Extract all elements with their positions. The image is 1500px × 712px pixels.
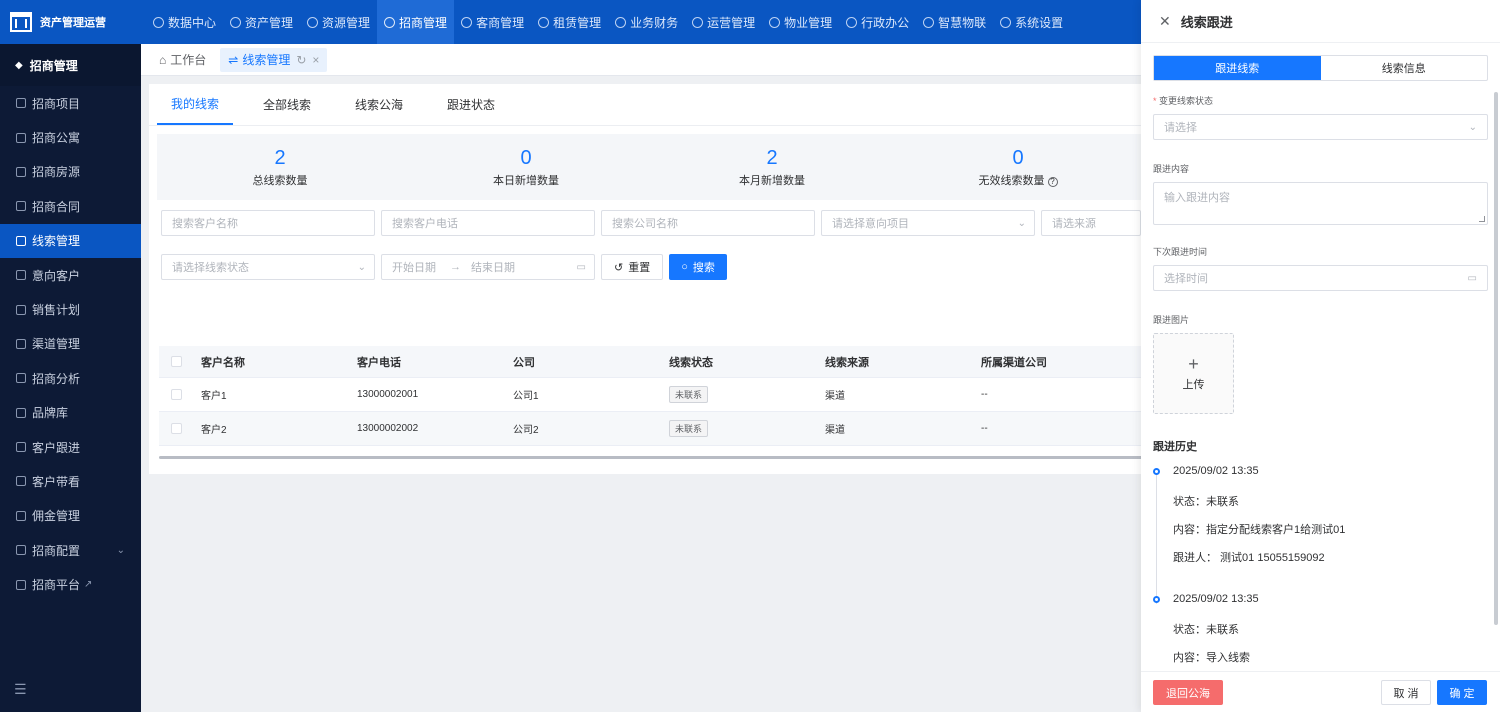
history-title: 跟进历史 [1153,441,1197,453]
topnav-item-settings[interactable]: 系统设置 [993,0,1070,44]
monitor-icon [846,16,858,28]
cancel-button[interactable]: 取 消 [1381,680,1431,705]
house-icon [769,16,781,28]
topnav-item-data-center[interactable]: 数据中心 [141,0,223,44]
modal-overlay[interactable] [0,44,1141,712]
dashboard-icon [153,16,164,28]
topnav-item-iot[interactable]: 智慧物联 [916,0,993,44]
home-icon [538,16,550,28]
cube-icon [230,16,242,28]
status-label: 变更线索状态 [1159,96,1214,106]
history-content: 内容：导入线索 [1173,652,1250,664]
next-time-label: 下次跟进时间 [1153,247,1208,257]
follow-content-textarea[interactable]: 输入跟进内容 [1153,182,1488,225]
diamond-icon [384,16,396,28]
confirm-button[interactable]: 确 定 [1437,680,1487,705]
drawer-form: * 变更线索状态 请选择 ⌄ 跟进内容 输入跟进内容 下次跟进时间 选择时间 ▭ 跟… [1153,94,1488,692]
vertical-scrollbar[interactable] [1494,92,1498,625]
yen-icon [615,16,627,28]
resize-handle-icon[interactable] [1479,216,1485,222]
image-label: 跟进图片 [1153,315,1190,325]
users-icon [461,16,473,28]
gear-icon [1000,16,1012,28]
brand[interactable]: 资产管理运营 [0,0,141,44]
follow-up-drawer: ✕ 线索跟进 跟进线索 线索信息 * 变更线索状态 请选择 ⌄ 跟进内容 输入跟进… [1141,0,1500,712]
return-to-pool-button[interactable]: 退回公海 [1153,680,1223,705]
content-label: 跟进内容 [1153,164,1190,174]
close-icon[interactable]: ✕ [1159,13,1171,30]
lead-status-select[interactable]: 请选择 ⌄ [1153,114,1488,140]
top-nav-menu: 数据中心 资产管理 资源管理 招商管理 客商管理 租赁管理 业务财务 运营管理 … [141,0,1070,44]
history-timeline: 2025/09/02 13:35 状态：未联系 内容：指定分配线索客户1给测试0… [1153,462,1488,692]
timeline-dot [1153,596,1160,603]
topnav-item-operation[interactable]: 运营管理 [685,0,762,44]
timeline-line [1156,474,1157,604]
topnav-item-property[interactable]: 物业管理 [762,0,839,44]
chart-icon [692,16,704,28]
upload-button[interactable]: + 上传 [1153,333,1234,414]
history-time: 2025/09/02 13:35 [1173,465,1259,477]
topnav-item-finance[interactable]: 业务财务 [608,0,685,44]
history-content: 内容：指定分配线索客户1给测试01 [1173,524,1346,536]
brand-title: 资产管理运营 [40,17,106,29]
history-time: 2025/09/02 13:35 [1173,593,1259,605]
tab-follow-lead[interactable]: 跟进线索 [1154,56,1321,80]
atom-icon [923,16,935,28]
bank-logo-icon [10,12,32,32]
next-time-picker[interactable]: 选择时间 ▭ [1153,265,1488,291]
plus-icon: + [1188,353,1199,374]
timeline-dot [1153,468,1160,475]
drawer-footer: 退回公海 取 消 确 定 [1141,671,1500,712]
history-status: 状态：未联系 [1173,624,1239,636]
drawer-title: 线索跟进 [1180,14,1233,30]
topnav-item-resource[interactable]: 资源管理 [300,0,377,44]
topnav-item-office[interactable]: 行政办公 [839,0,916,44]
tab-lead-info[interactable]: 线索信息 [1321,56,1488,80]
calendar-icon: ▭ [1467,272,1477,284]
building-icon [307,16,319,28]
topnav-item-merchant[interactable]: 客商管理 [454,0,531,44]
history-person: 跟进人： 测试01 15055159092 [1173,552,1325,564]
chevron-down-icon: ⌄ [1468,121,1477,133]
topnav-item-lease[interactable]: 租赁管理 [531,0,608,44]
topnav-item-asset[interactable]: 资产管理 [223,0,300,44]
history-status: 状态：未联系 [1173,496,1239,508]
topnav-item-investment[interactable]: 招商管理 [377,0,455,44]
drawer-tabs: 跟进线索 线索信息 [1153,55,1488,81]
